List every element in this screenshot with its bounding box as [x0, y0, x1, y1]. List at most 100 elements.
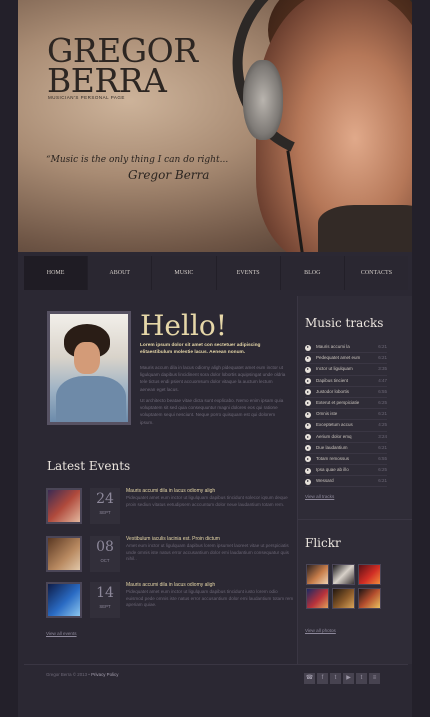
- event-description: Pidequatet amet eum inctor ut ligulquam …: [126, 495, 288, 507]
- event-title[interactable]: Mauris accumi dila in lacus odiomy aligh: [126, 488, 215, 494]
- event-item: 24 SEPT Mauris accumi dila in lacus odio…: [46, 488, 294, 526]
- tumblr-icon[interactable]: t: [356, 673, 367, 684]
- nav-item-blog[interactable]: BLOG: [281, 256, 345, 290]
- footer-divider: [24, 664, 408, 665]
- event-thumbnail[interactable]: [46, 536, 82, 572]
- track-item[interactable]: Wessard 6:21: [305, 476, 387, 488]
- track-duration: 6:21: [378, 355, 387, 361]
- flickr-photo[interactable]: [332, 564, 355, 585]
- event-title[interactable]: Vestibulum iaculis lacinia est. Proin di…: [126, 536, 220, 542]
- site-logo[interactable]: GREGOR BERRA: [47, 34, 198, 100]
- rss-icon[interactable]: ≡: [369, 673, 380, 684]
- track-name: Exterut et perspiciatie: [316, 399, 360, 405]
- intro-lead: Lorem ipsum dolor sit amet con sectetuer…: [140, 343, 261, 355]
- event-date: 14 SEPT: [90, 582, 120, 618]
- intro-heading: Hello!: [140, 309, 228, 342]
- flickr-photo[interactable]: [306, 564, 329, 585]
- flickr-heading: Flickr: [305, 536, 341, 550]
- event-date: 24 SEPT: [90, 488, 120, 524]
- play-icon[interactable]: [305, 366, 311, 373]
- youtube-icon[interactable]: ▶: [343, 673, 354, 684]
- event-description: Amet eum inctor ut ligulquam dapibus lor…: [126, 543, 289, 561]
- track-item[interactable]: Mauris accumi la 6:21: [305, 342, 387, 354]
- view-all-tracks-link[interactable]: View all tracks: [305, 494, 334, 499]
- twitter-icon[interactable]: t: [330, 673, 341, 684]
- track-duration: 6:55: [378, 388, 387, 394]
- event-day: 24: [96, 491, 114, 507]
- event-item: 14 SEPT Mauris accumi dila in lacus odio…: [46, 582, 294, 620]
- track-item[interactable]: Dapibus tincient 4:47: [305, 376, 387, 387]
- tracks-heading: Music tracks: [305, 316, 384, 330]
- play-icon[interactable]: [305, 400, 311, 407]
- track-item[interactable]: Due laudantium 6:21: [305, 443, 387, 454]
- event-day: 14: [96, 585, 114, 601]
- track-duration: 6:21: [378, 444, 387, 450]
- play-icon[interactable]: [305, 411, 311, 418]
- flickr-photo[interactable]: [358, 588, 381, 609]
- track-item[interactable]: Exterut et perspiciatie 6:25: [305, 398, 387, 410]
- event-thumbnail[interactable]: [46, 488, 82, 524]
- play-icon[interactable]: [305, 467, 311, 474]
- track-list: Mauris accumi la 6:21 Pedequatet amet eum…: [305, 342, 387, 488]
- flickr-photo[interactable]: [306, 588, 329, 609]
- track-name: Due laudantium: [316, 444, 348, 450]
- logo-line-2: BERRA: [47, 61, 167, 100]
- play-icon[interactable]: [305, 478, 311, 485]
- hero-signature: Gregor Berra: [128, 168, 210, 182]
- play-icon[interactable]: [305, 445, 311, 452]
- nav-item-contacts[interactable]: CONTACTS: [345, 256, 408, 290]
- play-icon[interactable]: [305, 422, 311, 429]
- privacy-policy-link[interactable]: Privacy Policy: [91, 672, 118, 677]
- track-item[interactable]: Ipsa quae ab illo 6:25: [305, 465, 387, 477]
- track-item[interactable]: Aerium dolor emq 3:24: [305, 432, 387, 443]
- view-all-photos-link[interactable]: View all photos: [305, 628, 336, 633]
- portrait-face: [74, 342, 100, 374]
- event-month: SEPT: [99, 510, 111, 515]
- play-icon[interactable]: [305, 456, 311, 463]
- track-item[interactable]: Totam remossus 6:55: [305, 454, 387, 466]
- event-date: 08 OCT: [90, 536, 120, 572]
- nav-item-music[interactable]: MUSIC: [152, 256, 217, 290]
- play-icon[interactable]: [305, 355, 311, 362]
- play-icon[interactable]: [305, 378, 311, 385]
- headphone-cup: [243, 60, 283, 140]
- event-title[interactable]: Mauris accumi dila in lacus odiomy aligh: [126, 582, 215, 588]
- play-icon[interactable]: [305, 389, 311, 396]
- track-name: Dapibus tincient: [316, 377, 349, 383]
- facebook-icon[interactable]: f: [317, 673, 328, 684]
- track-name: Justodor lobortis: [316, 388, 350, 394]
- main-nav: HOME ABOUT MUSIC EVENTS BLOG CONTACTS: [24, 256, 408, 290]
- nav-item-about[interactable]: ABOUT: [88, 256, 153, 290]
- track-duration: 6:21: [378, 411, 387, 417]
- flickr-photo[interactable]: [332, 588, 355, 609]
- track-item[interactable]: Justodor lobortis 6:55: [305, 387, 387, 398]
- track-name: Omnis iste: [316, 411, 338, 417]
- view-all-events-link[interactable]: View all events: [46, 631, 77, 636]
- portrait-body: [56, 376, 126, 422]
- event-month: SEPT: [99, 604, 111, 609]
- track-duration: 3:24: [378, 433, 387, 439]
- nav-item-events[interactable]: EVENTS: [217, 256, 281, 290]
- footer-copyright: Gregor Berra © 2013 • Privacy Policy: [46, 672, 118, 677]
- hero-photo-shirt: [318, 205, 412, 252]
- play-icon[interactable]: [305, 344, 311, 351]
- event-description: Pidequatet amet eum inctor ut ligulquam …: [126, 589, 294, 607]
- track-item[interactable]: Inctor ut ligulquam 3:35: [305, 364, 387, 376]
- play-icon[interactable]: [305, 434, 311, 440]
- track-name: Exceptetum accus: [316, 422, 353, 428]
- track-name: Ipsa quae ab illo: [316, 467, 349, 473]
- intro-paragraph: Mauris accum dila in lacus odiomy aligh …: [140, 365, 286, 392]
- track-name: Aerium dolor emq: [316, 433, 352, 439]
- track-item[interactable]: Omnis iste 6:21: [305, 409, 387, 421]
- nav-item-home[interactable]: HOME: [24, 256, 89, 290]
- track-name: Totam remossus: [316, 455, 350, 461]
- track-item[interactable]: Pedequatet amet eum 6:21: [305, 353, 387, 365]
- track-duration: 6:55: [378, 455, 387, 461]
- track-name: Inctor ut ligulquam: [316, 366, 353, 372]
- skype-icon[interactable]: ☎: [304, 673, 315, 684]
- event-thumbnail[interactable]: [46, 582, 82, 618]
- sidebar-divider: [298, 519, 412, 520]
- track-item[interactable]: Exceptetum accus 4:25: [305, 420, 387, 432]
- flickr-photo[interactable]: [358, 564, 381, 585]
- track-duration: 4:47: [378, 377, 387, 383]
